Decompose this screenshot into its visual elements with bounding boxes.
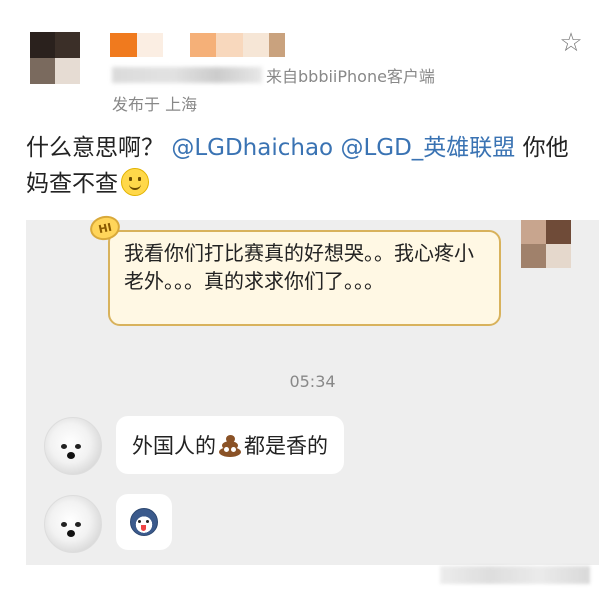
incoming-text-after: 都是香的 — [244, 434, 328, 458]
poster-name-redacted[interactable] — [110, 33, 285, 57]
contact-avatar — [44, 495, 102, 553]
self-avatar — [521, 220, 571, 268]
post-text-prefix: 什么意思啊？ — [26, 135, 164, 161]
contact-avatar — [44, 417, 102, 475]
mention-lgdhaichao[interactable]: @LGDhaichao — [171, 135, 333, 161]
incoming-text-before: 外国人的 — [132, 434, 216, 458]
post-meta: 来自bbbiiPhone客户端 — [112, 64, 435, 86]
mention-lgd-lol[interactable]: @LGD_英雄联盟 — [340, 135, 515, 161]
poster-avatar[interactable] — [30, 32, 80, 84]
post-time-blurred — [112, 67, 262, 83]
incoming-message-bubble: 外国人的 都是香的 — [116, 416, 344, 474]
poop-emoji-icon — [218, 433, 242, 457]
chat-screenshot-image[interactable]: 我看你们打比赛真的好想哭。。我心疼小老外。。。真的求求你们了。。。 HI 05:… — [26, 213, 599, 565]
outgoing-message-bubble: 我看你们打比赛真的好想哭。。我心疼小老外。。。真的求求你们了。。。 — [108, 230, 501, 326]
post-location: 发布于 上海 — [112, 95, 198, 114]
incoming-sticker-bubble — [116, 494, 172, 550]
post-text: 什么意思啊？ @LGDhaichao @LGD_英雄联盟 你他妈查不查 — [26, 130, 586, 202]
smile-emoji-icon — [121, 168, 149, 196]
watermark — [440, 566, 590, 584]
post-source: 来自bbbiiPhone客户端 — [266, 67, 435, 86]
star-outline-icon[interactable]: ☆ — [558, 30, 584, 56]
husky-sticker-icon — [130, 508, 158, 536]
chat-timestamp: 05:34 — [289, 372, 336, 391]
outgoing-message-text: 我看你们打比赛真的好想哭。。我心疼小老外。。。真的求求你们了。。。 — [124, 241, 474, 293]
